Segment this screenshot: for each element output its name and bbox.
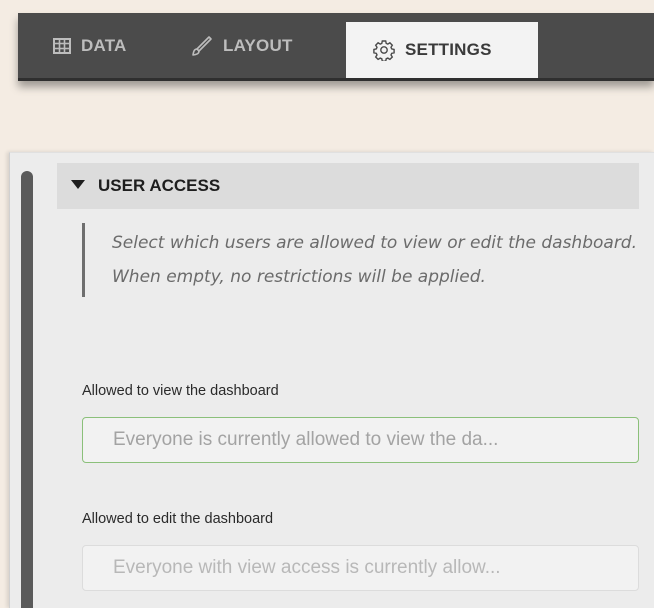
gear-icon (373, 39, 395, 61)
tab-settings[interactable]: SETTINGS (346, 22, 538, 78)
tab-settings-label: SETTINGS (405, 40, 492, 59)
table-icon (53, 37, 71, 54)
settings-panel: USER ACCESS Select which users are allow… (9, 152, 654, 608)
brush-icon (191, 35, 213, 57)
view-access-label: Allowed to view the dashboard (82, 383, 279, 399)
edit-access-label: Allowed to edit the dashboard (82, 511, 274, 527)
section-title: USER ACCESS (98, 176, 221, 195)
edit-access-input[interactable]: Everyone with view access is currently a… (82, 545, 639, 591)
view-access-input[interactable]: Everyone is currently allowed to view th… (82, 417, 639, 463)
tab-data-label: DATA (81, 35, 127, 55)
section-description: Select which users are allowed to view o… (82, 223, 642, 297)
tab-layout[interactable]: LAYOUT (191, 13, 346, 78)
tab-data[interactable]: DATA (53, 13, 191, 78)
user-access-section-header[interactable]: USER ACCESS (57, 163, 639, 209)
scrollbar[interactable] (21, 171, 33, 608)
tab-bar: DATA LAYOUT SETTINGS (18, 13, 654, 81)
tab-layout-label: LAYOUT (223, 35, 293, 55)
caret-down-icon (70, 177, 86, 195)
